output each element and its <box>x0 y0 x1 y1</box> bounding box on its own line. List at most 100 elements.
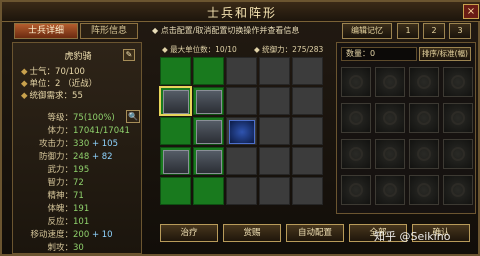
stat-row: 武力：195 <box>47 165 90 175</box>
formation-cell[interactable] <box>259 87 290 115</box>
empty-slot-icon <box>417 147 431 161</box>
reserve-panel: 数量：0 排序/标准(幅) <box>336 42 476 214</box>
formation-cell[interactable] <box>160 57 191 85</box>
tab-soldier-detail[interactable]: 士兵详细 <box>14 23 78 39</box>
memory-slot-3-button[interactable]: 3 <box>449 23 471 39</box>
stat-row: 精神：71 <box>47 191 84 201</box>
reserve-slot[interactable] <box>375 139 405 169</box>
reserve-slot[interactable] <box>443 67 473 97</box>
reserve-count: 数量：0 <box>341 47 417 61</box>
reward-button[interactable]: 赏赐 <box>223 224 281 242</box>
reserve-slot[interactable] <box>341 139 371 169</box>
reserve-slot[interactable] <box>375 175 405 205</box>
empty-slot-icon <box>349 111 363 125</box>
pencil-icon[interactable]: ✎ <box>123 49 135 61</box>
soldier-formation-window: 士兵和阵形 × 士兵详细 阵形信息 ◆ 点击配置/取消配置切换操作并查看信息 编… <box>0 0 480 256</box>
reserve-slot[interactable] <box>443 175 473 205</box>
command-label: ◆ 统御力：275/283 <box>254 45 324 54</box>
stat-row: 等级：75(100%) <box>47 113 115 123</box>
edit-memory-button[interactable]: 编辑记忆 <box>342 23 392 39</box>
reserve-slot[interactable] <box>409 175 439 205</box>
formation-cell[interactable] <box>160 117 191 145</box>
formation-cell[interactable] <box>193 57 224 85</box>
empty-slot-icon <box>417 183 431 197</box>
unit-count-line: ◆ 单位：2 （近战） <box>21 79 98 89</box>
auto-assign-button[interactable]: 自动配置 <box>286 224 344 242</box>
formation-cell[interactable] <box>259 147 290 175</box>
reserve-slot[interactable] <box>341 103 371 133</box>
soldier-unit-icon[interactable] <box>196 150 222 174</box>
stat-row: 刺攻：30 <box>47 243 84 253</box>
formation-cell[interactable] <box>159 86 192 116</box>
formation-cell[interactable] <box>226 117 257 145</box>
morale-value: 士气：70/100 <box>29 67 85 77</box>
reserve-slot[interactable] <box>409 67 439 97</box>
unit-type: （近战） <box>63 79 98 89</box>
empty-slot-icon <box>383 75 397 89</box>
reserve-slot[interactable] <box>341 175 371 205</box>
stat-row: 防御力：248 + 82 <box>38 152 113 162</box>
memory-slot-2-button[interactable]: 2 <box>423 23 445 39</box>
reserve-slot[interactable] <box>443 103 473 133</box>
reserve-slot[interactable] <box>375 103 405 133</box>
reserve-slot[interactable] <box>341 67 371 97</box>
formation-cell[interactable] <box>259 57 290 85</box>
empty-slot-icon <box>383 147 397 161</box>
soldier-unit-icon[interactable] <box>196 90 222 114</box>
reserve-slot[interactable] <box>409 139 439 169</box>
empty-slot-icon <box>451 75 465 89</box>
formation-cell[interactable] <box>292 57 323 85</box>
sort-button[interactable]: 排序/标准(幅) <box>419 47 471 61</box>
empty-slot-icon <box>383 111 397 125</box>
soldier-unit-icon[interactable] <box>163 150 189 174</box>
formation-cell[interactable] <box>292 147 323 175</box>
formation-cell[interactable] <box>292 87 323 115</box>
empty-slot-icon <box>451 147 465 161</box>
heal-button[interactable]: 治疗 <box>160 224 218 242</box>
stat-row: 攻击力：330 + 105 <box>38 139 118 149</box>
empty-slot-icon <box>349 75 363 89</box>
soldier-unit-icon[interactable] <box>163 90 189 114</box>
stat-row: 移动速度：200 + 10 <box>30 230 113 240</box>
formation-cell[interactable] <box>292 117 323 145</box>
empty-slot-icon <box>349 147 363 161</box>
empty-slot-icon <box>349 183 363 197</box>
empty-slot-icon <box>451 183 465 197</box>
formation-cell[interactable] <box>226 177 257 205</box>
empty-slot-icon <box>417 75 431 89</box>
stat-row: 反应：101 <box>47 217 90 227</box>
reserve-slot[interactable] <box>409 103 439 133</box>
tab-formation-info[interactable]: 阵形信息 <box>80 23 138 39</box>
reserve-slot[interactable] <box>375 67 405 97</box>
unit-detail-panel: 虎豹骑 ✎ ◆ 士气：70/100 ◆ 单位：2 （近战） ◆ 统御需求：55 🔍 等… <box>12 42 142 254</box>
morale-line: ◆ 士气：70/100 <box>21 67 85 77</box>
max-units-label: ◆ 最大单位数：10/10 <box>162 45 237 54</box>
formation-cell[interactable] <box>226 147 257 175</box>
reserve-slot[interactable] <box>443 139 473 169</box>
soldier-unit-icon[interactable] <box>196 120 222 144</box>
formation-cell[interactable] <box>226 57 257 85</box>
stat-row: 体力：17041/17041 <box>47 126 130 136</box>
formation-cell[interactable] <box>193 87 224 115</box>
formation-cell[interactable] <box>259 177 290 205</box>
formation-cell[interactable] <box>160 177 191 205</box>
command-line: ◆ 统御需求：55 <box>21 91 83 101</box>
memory-slot-1-button[interactable]: 1 <box>397 23 419 39</box>
empty-slot-icon <box>451 111 465 125</box>
stat-row: 体魄：191 <box>47 204 90 214</box>
formation-cell[interactable] <box>193 177 224 205</box>
formation-cell[interactable] <box>193 147 224 175</box>
stat-row: 智力：72 <box>47 178 84 188</box>
formation-cell[interactable] <box>226 87 257 115</box>
close-button[interactable]: × <box>463 4 479 19</box>
formation-cell[interactable] <box>160 147 191 175</box>
formation-cell[interactable] <box>259 117 290 145</box>
instruction-hint: ◆ 点击配置/取消配置切换操作并查看信息 <box>152 26 300 35</box>
empty-slot-icon <box>417 111 431 125</box>
formation-cell[interactable] <box>292 177 323 205</box>
formation-cell[interactable] <box>193 117 224 145</box>
empty-slot-icon <box>383 183 397 197</box>
cavalry-unit-icon[interactable] <box>229 120 255 144</box>
watermark-text: 知乎 @Seikino <box>374 230 451 243</box>
title-bar: 士兵和阵形 × <box>2 2 480 22</box>
